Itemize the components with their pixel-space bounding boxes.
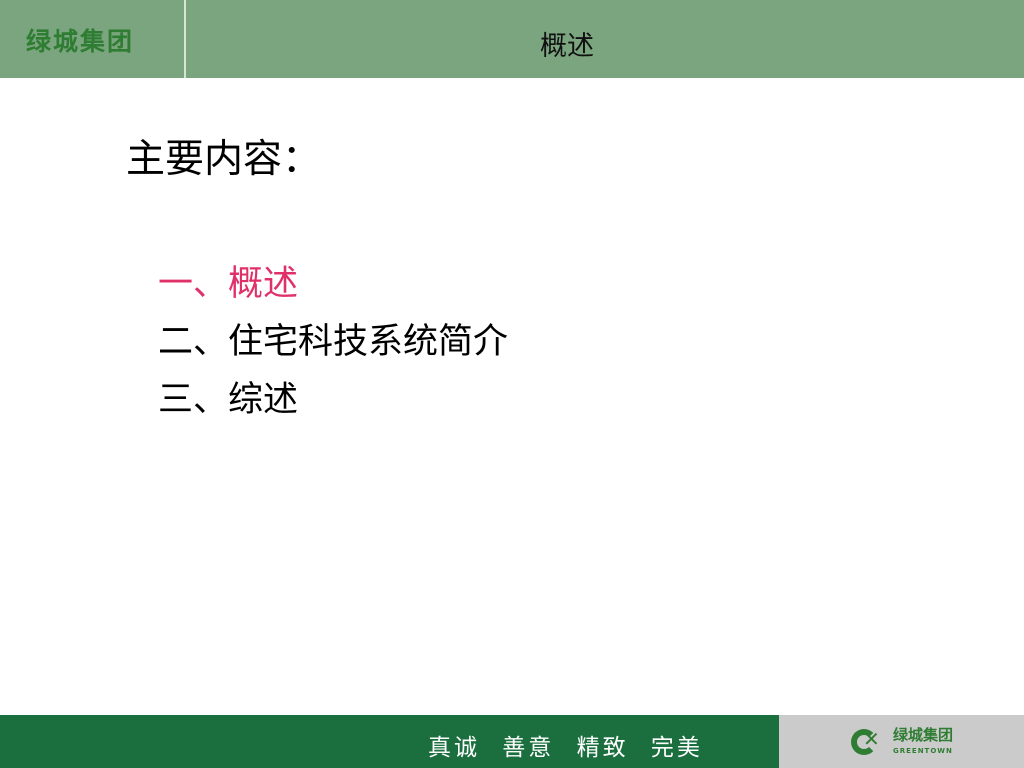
header-divider: [184, 0, 186, 78]
outline-item-summary: 三、综述: [158, 380, 299, 420]
outline-item-systems: 二、住宅科技系统简介: [158, 322, 509, 362]
footer-bar: 真诚 善意 精致 完美 ✕ 绿城集团 GREENTOWN: [0, 715, 1024, 768]
logo-text-en: GREENTOWN: [893, 747, 953, 755]
slide-title: 概述: [540, 31, 594, 62]
content-heading: 主要内容：: [126, 137, 322, 182]
footer-motto: 真诚 善意 精致 完美: [428, 735, 703, 761]
brand-name: 绿城集团: [26, 27, 135, 56]
outline-list: 一、概述 二、住宅科技系统简介 三、综述: [158, 255, 508, 429]
logo-cross-icon: ✕: [863, 727, 880, 751]
footer-logo-area: ✕ 绿城集团 GREENTOWN: [779, 715, 1024, 768]
header-bar: 绿城集团 概述: [0, 0, 1024, 78]
logo-text-cn: 绿城集团: [893, 726, 954, 744]
outline-item-overview: 一、概述: [158, 264, 299, 304]
